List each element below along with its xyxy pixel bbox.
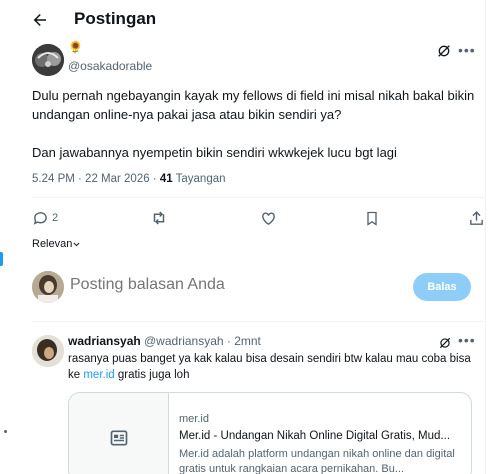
card-domain: mer.id [179, 413, 209, 425]
post-body: Dulu pernah ngebayangin kayak my fellows… [32, 86, 482, 181]
reply-count: 2 [52, 212, 59, 224]
sidebar-dot [4, 430, 7, 433]
display-name-emoji: 🌻 [68, 40, 83, 54]
comment-link[interactable]: mer.id [83, 369, 114, 381]
grok-button[interactable] [436, 43, 454, 61]
author-handle[interactable]: @osakadorable [68, 59, 152, 73]
post-timestamp[interactable]: 5.24 PM · 22 Mar 2026 · [32, 173, 160, 185]
article-icon [110, 430, 127, 446]
action-bar: 2 [32, 208, 486, 232]
reply-icon [33, 211, 47, 225]
post-paragraph: Dan jawabannya nyempetin bikin sendiri w… [32, 145, 397, 160]
back-button[interactable] [28, 8, 52, 32]
divider [32, 197, 486, 198]
comment-author-name[interactable]: wadriansyah [68, 334, 141, 348]
card-title: Mer.id - Undangan Nikah Online Digital G… [179, 430, 451, 442]
card-thumbnail [69, 393, 169, 474]
view-count: 41 [159, 173, 173, 185]
view-label: Tayangan [172, 173, 226, 185]
avatar[interactable] [32, 44, 64, 76]
share-icon [470, 210, 483, 225]
more-icon[interactable]: ••• [458, 43, 478, 61]
grok-icon [439, 337, 451, 349]
page-header: Postingan [16, 0, 486, 40]
arrow-left-icon [33, 14, 46, 26]
more-icon[interactable]: ••• [458, 333, 476, 347]
reply-input[interactable] [70, 276, 400, 294]
comment-text: rasanya puas banget ya kak kalau bisa de… [68, 351, 478, 383]
avatar[interactable] [32, 335, 64, 367]
link-preview-card[interactable]: mer.id Mer.id - Undangan Nikah Online Di… [68, 392, 472, 474]
reply-button[interactable]: 2 [32, 208, 58, 228]
comment-text-part: gratis juga loh [114, 369, 190, 381]
post-detail-column: Postingan 🌻 @osakadorable ••• Dulu perna… [16, 0, 486, 474]
page-title: Postingan [74, 9, 157, 28]
divider [32, 321, 486, 322]
post-meta: 5.24 PM · 22 Mar 2026 · 41 Tayangan [32, 173, 226, 185]
repost-button[interactable] [150, 208, 168, 228]
active-indicator [0, 252, 3, 266]
sort-dropdown[interactable]: Relevan [32, 238, 81, 250]
bookmark-button[interactable] [364, 208, 380, 228]
comment-author-handle[interactable]: @wadriansyah · 2mnt [144, 334, 261, 348]
reply-submit-button[interactable]: Balas [413, 273, 471, 301]
bookmark-icon [367, 211, 377, 226]
post-paragraph: Dulu pernah ngebayangin kayak my fellows… [32, 88, 475, 122]
chevron-down-icon [73, 242, 80, 246]
like-button[interactable] [260, 208, 277, 228]
avatar [32, 271, 64, 303]
like-icon [262, 211, 275, 225]
left-sidebar-edge [0, 0, 16, 474]
repost-icon [153, 211, 165, 225]
grok-button[interactable] [438, 336, 453, 351]
grok-icon [438, 45, 450, 57]
share-button[interactable] [468, 208, 485, 228]
sort-label: Relevan [32, 238, 73, 250]
card-description: Mer.id adalah platform undangan nikah on… [179, 448, 455, 474]
